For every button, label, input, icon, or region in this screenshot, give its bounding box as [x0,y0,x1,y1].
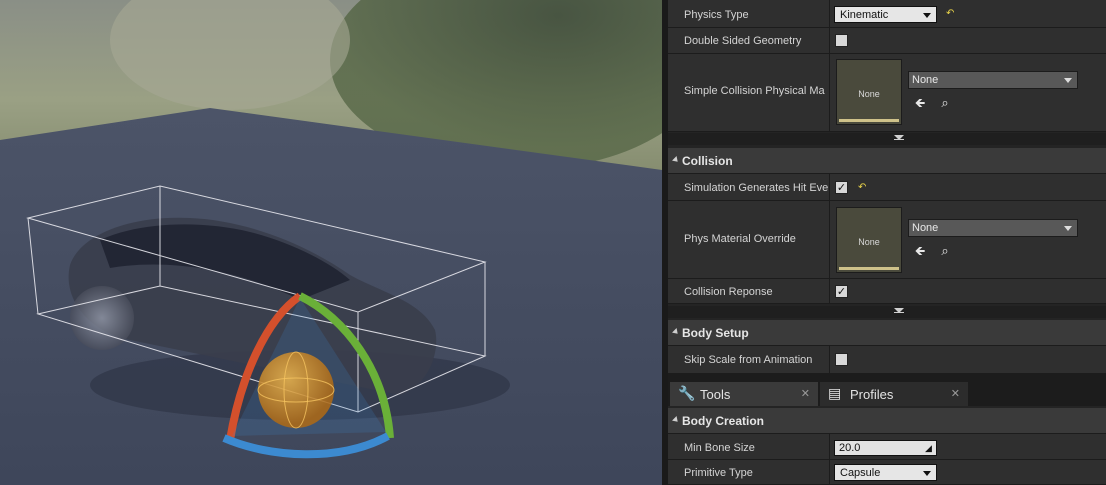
material-thumbnail[interactable]: None [836,207,902,273]
category-collision[interactable]: Collision [668,148,1106,174]
category-title: Collision [682,154,733,168]
min-bone-value: 20.0 [839,442,861,454]
use-selected-arrow-icon[interactable]: 🡸 [913,96,927,110]
physics-type-dropdown[interactable]: Kinematic [834,6,937,23]
thumbnail-label: None [858,89,880,99]
chevron-down-icon [1064,226,1072,231]
profile-icon: ▤ [828,385,842,401]
tab-tools[interactable]: 🔧 Tools ✕ [670,382,818,406]
double-sided-label: Double Sided Geometry [684,35,802,47]
thumbnail-label: None [858,237,880,247]
tab-label: Tools [700,387,731,402]
thumbnail-bar [839,267,899,270]
collapse-triangle-icon [672,416,680,424]
category-title: Body Setup [682,326,749,340]
viewport-3d[interactable] [0,0,662,485]
advanced-expander[interactable] [668,133,1106,145]
row-simple-collision-material: Simple Collision Physical Ma None None 🡸… [668,54,1106,132]
wrench-icon: 🔧 [678,385,696,401]
skip-scale-label: Skip Scale from Animation [684,354,813,366]
skip-scale-checkbox[interactable] [835,353,848,366]
row-primitive-type: Primitive Type Capsule [668,460,1106,485]
reset-to-default-icon[interactable]: ↶ [946,9,956,19]
double-sided-checkbox[interactable] [835,34,848,47]
collapse-triangle-icon [672,156,680,164]
min-bone-label: Min Bone Size [684,442,755,454]
phys-override-label: Phys Material Override [684,233,796,245]
resize-grip-icon: ◢ [925,443,932,453]
details-panel: Physics Type Kinematic ↶ Double Sided Ge… [668,0,1106,485]
category-body-creation[interactable]: Body Creation [668,408,1106,434]
sim-hit-checkbox[interactable]: ✓ [835,181,848,194]
simple-collision-value: None [912,74,939,86]
collision-reponse-label: Collision Reponse [684,286,773,298]
viewport-scene [0,0,662,485]
use-selected-arrow-icon[interactable]: 🡸 [913,244,927,258]
row-collision-reponse: Collision Reponse ✓ [668,279,1106,304]
phys-override-value: None [912,222,939,234]
category-title: Body Creation [682,414,765,428]
physics-sphere[interactable] [258,352,334,428]
tab-profiles[interactable]: ▤ Profiles ✕ [820,382,968,406]
thumbnail-bar [839,119,899,122]
primitive-type-dropdown[interactable]: Capsule [834,464,937,481]
browse-search-icon[interactable]: ⌕ [938,244,952,258]
row-min-bone-size: Min Bone Size 20.0 ◢ [668,434,1106,460]
primitive-type-label: Primitive Type [684,467,753,479]
phys-override-dropdown[interactable]: None [908,219,1078,237]
close-icon[interactable]: ✕ [951,387,960,400]
simple-collision-label: Simple Collision Physical Ma [684,85,825,97]
min-bone-size-input[interactable]: 20.0 ◢ [834,440,937,456]
physics-type-label: Physics Type [684,9,749,21]
simple-collision-dropdown[interactable]: None [908,71,1078,89]
material-thumbnail[interactable]: None [836,59,902,125]
row-sim-hit-events: Simulation Generates Hit Eve ✓ ↶ [668,174,1106,201]
row-skip-scale: Skip Scale from Animation [668,346,1106,374]
row-double-sided: Double Sided Geometry [668,28,1106,54]
collapse-triangle-icon [672,328,680,336]
reset-to-default-icon[interactable]: ↶ [858,183,868,193]
sim-hit-label: Simulation Generates Hit Eve [684,182,829,194]
browse-search-icon[interactable]: ⌕ [938,96,952,110]
tab-bar: 🔧 Tools ✕ ▤ Profiles ✕ [668,380,1106,406]
category-body-setup[interactable]: Body Setup [668,320,1106,346]
chevron-down-icon [923,471,931,476]
chevron-down-icon [1064,78,1072,83]
row-phys-material-override: Phys Material Override None None 🡸 ⌕ [668,201,1106,279]
close-icon[interactable]: ✕ [801,387,810,400]
row-physics-type: Physics Type Kinematic ↶ [668,0,1106,28]
primitive-type-value: Capsule [840,467,881,479]
physics-type-value: Kinematic [840,9,889,21]
chevron-down-icon [923,13,931,18]
tab-label: Profiles [850,387,894,402]
advanced-expander[interactable] [668,306,1106,318]
collision-reponse-checkbox[interactable]: ✓ [835,285,848,298]
